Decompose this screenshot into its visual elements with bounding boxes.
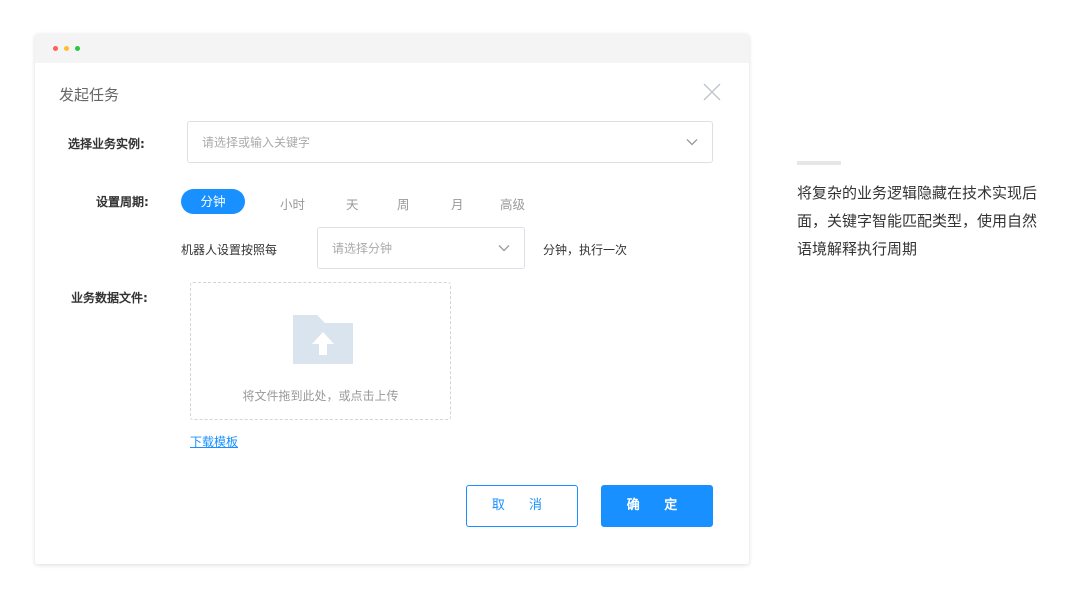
maximize-traffic-light[interactable] [75,46,80,51]
tab-day[interactable]: 天 [346,194,359,213]
instance-select-placeholder: 请选择或输入关键字 [202,135,311,150]
tab-hour[interactable]: 小时 [280,194,305,213]
side-note-divider [797,161,841,165]
period-label: 设置周期: [96,195,149,209]
dialog-window: 发起任务 选择业务实例: 请选择或输入关键字 设置周期: 分钟 小时 天 周 月… [35,34,749,564]
minute-select[interactable]: 请选择分钟 [317,227,525,269]
download-template-link[interactable]: 下载模板 [190,433,238,450]
upload-hint: 将文件拖到此处，或点击上传 [242,389,399,403]
close-traffic-light[interactable] [53,46,58,51]
confirm-button[interactable]: 确 定 [601,485,713,527]
tab-month[interactable]: 月 [451,194,464,213]
robot-setting-suffix: 分钟，执行一次 [543,243,628,257]
instance-select[interactable]: 请选择或输入关键字 [187,121,713,163]
upload-dropzone[interactable]: 将文件拖到此处，或点击上传 [190,282,451,420]
robot-setting-prefix: 机器人设置按照每 [181,243,278,257]
file-label: 业务数据文件: [71,291,148,305]
close-icon[interactable] [703,83,721,101]
side-note-text: 将复杂的业务逻辑隐藏在技术实现后面，关键字智能匹配类型，使用自然语境解释执行周期 [797,184,1038,258]
dialog-title: 发起任务 [59,86,120,104]
minimize-traffic-light[interactable] [64,46,69,51]
tab-minute[interactable]: 分钟 [181,189,245,214]
chevron-down-icon [498,245,510,252]
tab-week[interactable]: 周 [397,194,410,213]
instance-label: 选择业务实例: [68,137,145,151]
chevron-down-icon [686,139,698,146]
minute-select-placeholder: 请选择分钟 [332,241,393,256]
tab-advanced[interactable]: 高级 [500,194,525,213]
folder-upload-icon [293,315,353,364]
window-titlebar [35,34,749,63]
cancel-button[interactable]: 取 消 [466,485,578,527]
